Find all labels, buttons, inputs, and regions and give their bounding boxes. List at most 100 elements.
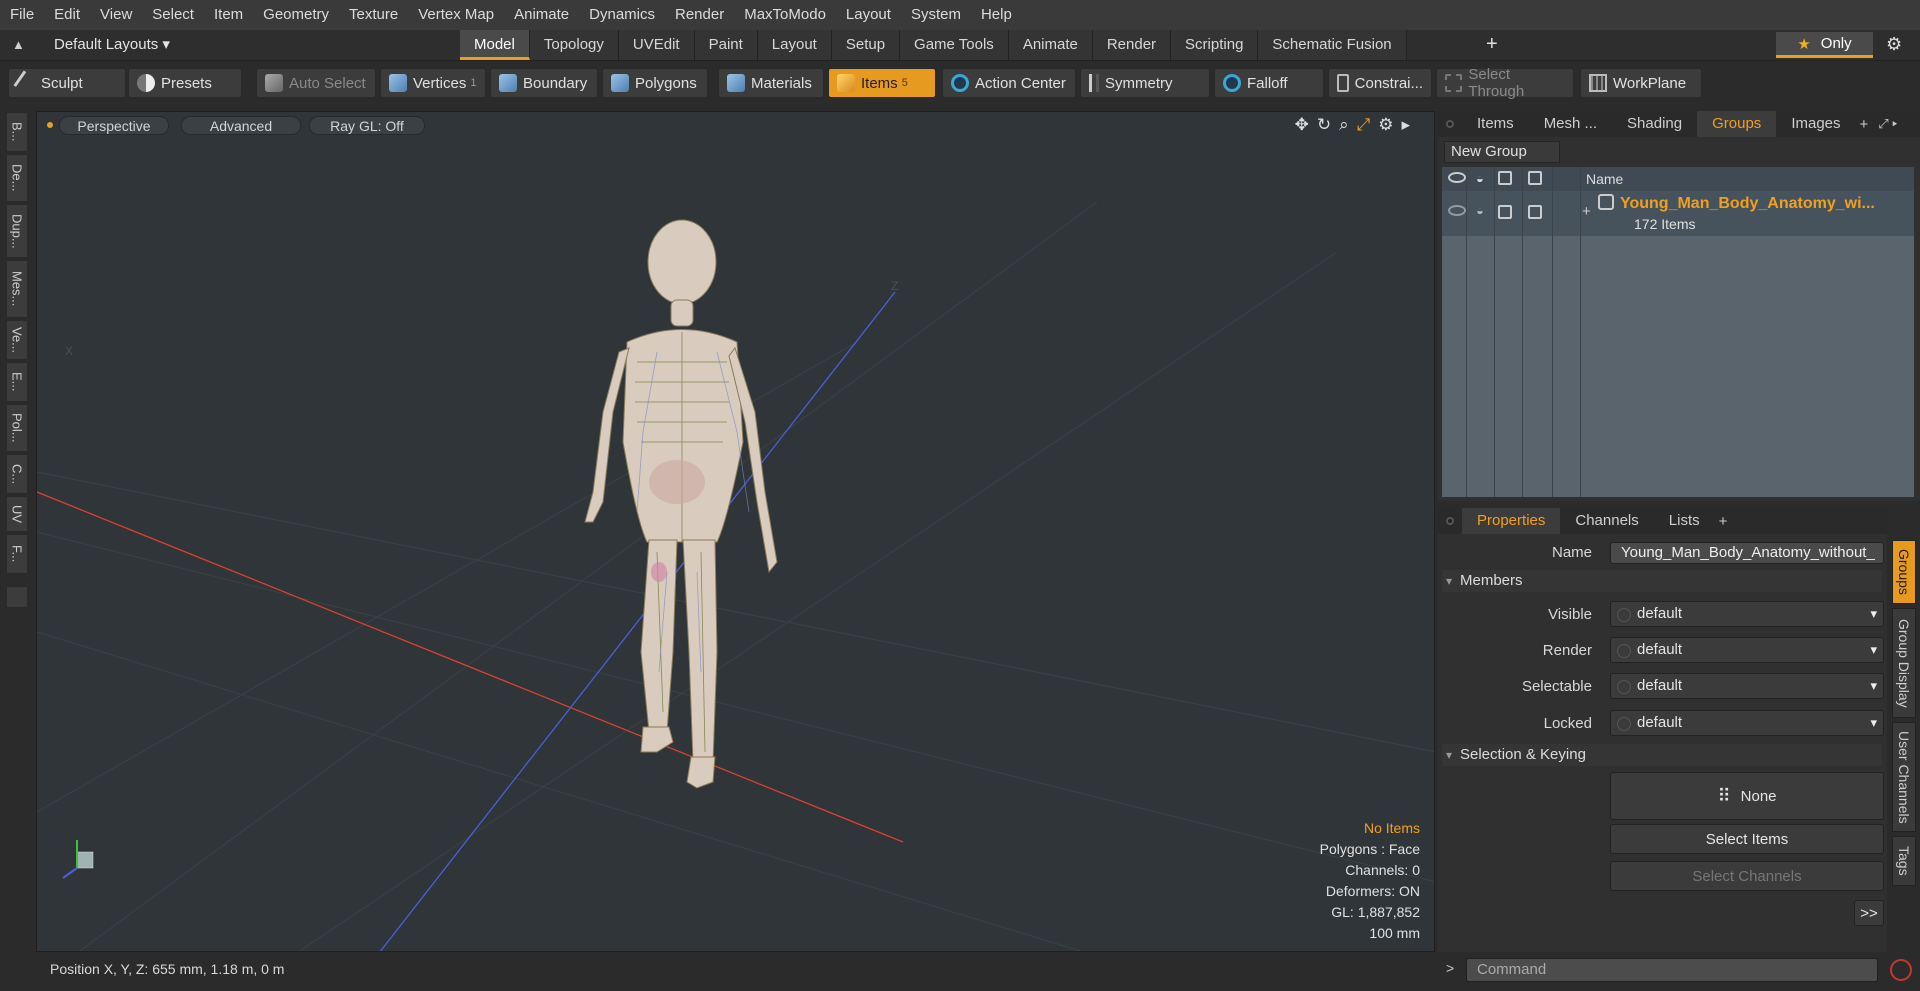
tab-images[interactable]: Images xyxy=(1776,111,1855,137)
workplane-button[interactable]: WorkPlane xyxy=(1580,68,1702,98)
menu-geometry[interactable]: Geometry xyxy=(253,0,339,30)
tab-mesh[interactable]: Mesh ... xyxy=(1529,111,1612,137)
sculpt-button[interactable]: Sculpt xyxy=(8,68,126,98)
falloff-button[interactable]: Falloff xyxy=(1214,68,1324,98)
select-items-button[interactable]: Select Items xyxy=(1610,824,1884,854)
menu-maxtomodo[interactable]: MaxToModo xyxy=(734,0,836,30)
presets-button[interactable]: Presets xyxy=(128,68,242,98)
left-tab-uv[interactable]: UV xyxy=(6,496,28,532)
more-button[interactable]: >> xyxy=(1854,900,1884,926)
add-properties-tab-icon[interactable]: + xyxy=(1719,513,1728,530)
action-center-button[interactable]: Action Center xyxy=(942,68,1076,98)
boundary-button[interactable]: Boundary xyxy=(490,68,598,98)
select-channels-button[interactable]: Select Channels xyxy=(1610,861,1884,891)
items-button[interactable]: Items 5 xyxy=(828,68,936,98)
3d-viewport[interactable]: X Z Perspective Advanced Ray GL: Off ✥ ↻… xyxy=(36,111,1435,952)
viewport-options-dot[interactable] xyxy=(47,122,53,128)
tab-groups[interactable]: Groups xyxy=(1697,111,1777,137)
selectable-dropdown[interactable]: default xyxy=(1610,673,1884,699)
collapse-up-icon[interactable]: ▲ xyxy=(12,37,28,53)
menu-render[interactable]: Render xyxy=(665,0,734,30)
tab-render[interactable]: Render xyxy=(1092,30,1172,60)
left-tab-basic[interactable]: B... xyxy=(6,112,28,152)
left-tab-extra[interactable] xyxy=(6,586,28,608)
menu-select[interactable]: Select xyxy=(142,0,204,30)
tab-setup[interactable]: Setup xyxy=(831,30,901,60)
group-lock-checkbox[interactable] xyxy=(1528,205,1542,219)
add-panel-tab-icon[interactable]: + xyxy=(1860,116,1869,133)
zoom-view-icon[interactable]: ⌕ xyxy=(1339,115,1349,135)
fit-view-icon[interactable]: ⤢ xyxy=(1357,115,1371,135)
raygl-toggle[interactable]: Ray GL: Off xyxy=(309,116,425,135)
only-toggle[interactable]: ★ Only xyxy=(1776,32,1873,58)
menu-view[interactable]: View xyxy=(90,0,142,30)
new-group-button[interactable]: New Group xyxy=(1444,141,1560,163)
group-row[interactable]: ◒ + Young_Man_Body_Anatomy_wi... 172 Ite… xyxy=(1442,191,1914,236)
tab-channels[interactable]: Channels xyxy=(1560,508,1653,534)
tab-layout[interactable]: Layout xyxy=(757,30,832,60)
expand-plus-icon[interactable]: + xyxy=(1582,203,1591,220)
left-tab-vertex[interactable]: Ve... xyxy=(6,320,28,360)
command-input[interactable]: Command xyxy=(1466,958,1878,982)
left-tab-mesh-edit[interactable]: Mes... xyxy=(6,260,28,318)
vtab-groups[interactable]: Groups xyxy=(1892,540,1916,604)
tab-items[interactable]: Items xyxy=(1462,111,1529,137)
panel-options-dot[interactable] xyxy=(1446,120,1454,128)
visible-dropdown[interactable]: default xyxy=(1610,601,1884,627)
left-tab-duplicate[interactable]: Dup... xyxy=(6,204,28,258)
group-name-field[interactable]: Young_Man_Body_Anatomy_without_ xyxy=(1610,542,1884,564)
advanced-dropdown[interactable]: Advanced xyxy=(181,116,301,135)
menu-texture[interactable]: Texture xyxy=(339,0,408,30)
group-visibility-icon[interactable] xyxy=(1448,205,1466,216)
left-tab-polygon[interactable]: Pol... xyxy=(6,404,28,452)
tab-schematic-fusion[interactable]: Schematic Fusion xyxy=(1258,30,1407,60)
tab-scripting[interactable]: Scripting xyxy=(1171,30,1259,60)
tab-model[interactable]: Model xyxy=(460,30,530,60)
menu-vertex-map[interactable]: Vertex Map xyxy=(408,0,504,30)
properties-options-dot[interactable] xyxy=(1446,517,1454,525)
group-select-checkbox[interactable] xyxy=(1498,205,1512,219)
move-view-icon[interactable]: ✥ xyxy=(1295,115,1309,135)
left-tab-edge[interactable]: E... xyxy=(6,362,28,402)
rotate-view-icon[interactable]: ↻ xyxy=(1317,115,1331,135)
add-tab-icon[interactable]: + xyxy=(1486,33,1498,56)
viewport-gear-icon[interactable]: ⚙ xyxy=(1378,115,1393,135)
constraints-button[interactable]: Constrai... xyxy=(1328,68,1432,98)
tab-topology[interactable]: Topology xyxy=(529,30,619,60)
gear-icon[interactable]: ⚙ xyxy=(1886,34,1902,55)
menu-help[interactable]: Help xyxy=(971,0,1022,30)
auto-select-button[interactable]: Auto Select xyxy=(256,68,376,98)
menu-layout[interactable]: Layout xyxy=(836,0,901,30)
menu-system[interactable]: System xyxy=(901,0,971,30)
menu-dynamics[interactable]: Dynamics xyxy=(579,0,665,30)
group-render-icon[interactable]: ◒ xyxy=(1476,203,1484,218)
tab-properties[interactable]: Properties xyxy=(1462,508,1561,534)
locked-dropdown[interactable]: default xyxy=(1610,710,1884,736)
layout-dropdown[interactable]: Default Layouts ▾ xyxy=(54,35,170,53)
menu-item[interactable]: Item xyxy=(204,0,253,30)
materials-button[interactable]: Materials xyxy=(718,68,824,98)
anatomy-model[interactable] xyxy=(584,219,778,789)
tab-paint[interactable]: Paint xyxy=(694,30,758,60)
left-tab-deform[interactable]: De... xyxy=(6,154,28,202)
menu-file[interactable]: File xyxy=(0,0,44,30)
left-tab-fusion[interactable]: F... xyxy=(6,534,28,574)
tab-lists[interactable]: Lists xyxy=(1654,508,1715,534)
tab-animate[interactable]: Animate xyxy=(1008,30,1093,60)
symmetry-button[interactable]: Symmetry xyxy=(1080,68,1210,98)
members-section[interactable]: Members xyxy=(1442,570,1882,592)
tab-shading[interactable]: Shading xyxy=(1612,111,1697,137)
render-dropdown[interactable]: default xyxy=(1610,637,1884,663)
keying-none-button[interactable]: ⠿ None xyxy=(1610,772,1884,820)
left-tab-curve[interactable]: C... xyxy=(6,454,28,494)
selection-keying-section[interactable]: Selection & Keying xyxy=(1442,744,1882,766)
tab-uvedit[interactable]: UVEdit xyxy=(618,30,695,60)
perspective-dropdown[interactable]: Perspective xyxy=(59,116,169,135)
tab-game-tools[interactable]: Game Tools xyxy=(900,30,1009,60)
menu-animate[interactable]: Animate xyxy=(504,0,579,30)
expand-arrow-icon[interactable]: ▸ xyxy=(1401,115,1410,135)
vtab-user-channels[interactable]: User Channels xyxy=(1892,722,1916,832)
vtab-tags[interactable]: Tags xyxy=(1892,836,1916,886)
menu-edit[interactable]: Edit xyxy=(44,0,90,30)
polygons-button[interactable]: Polygons xyxy=(602,68,708,98)
